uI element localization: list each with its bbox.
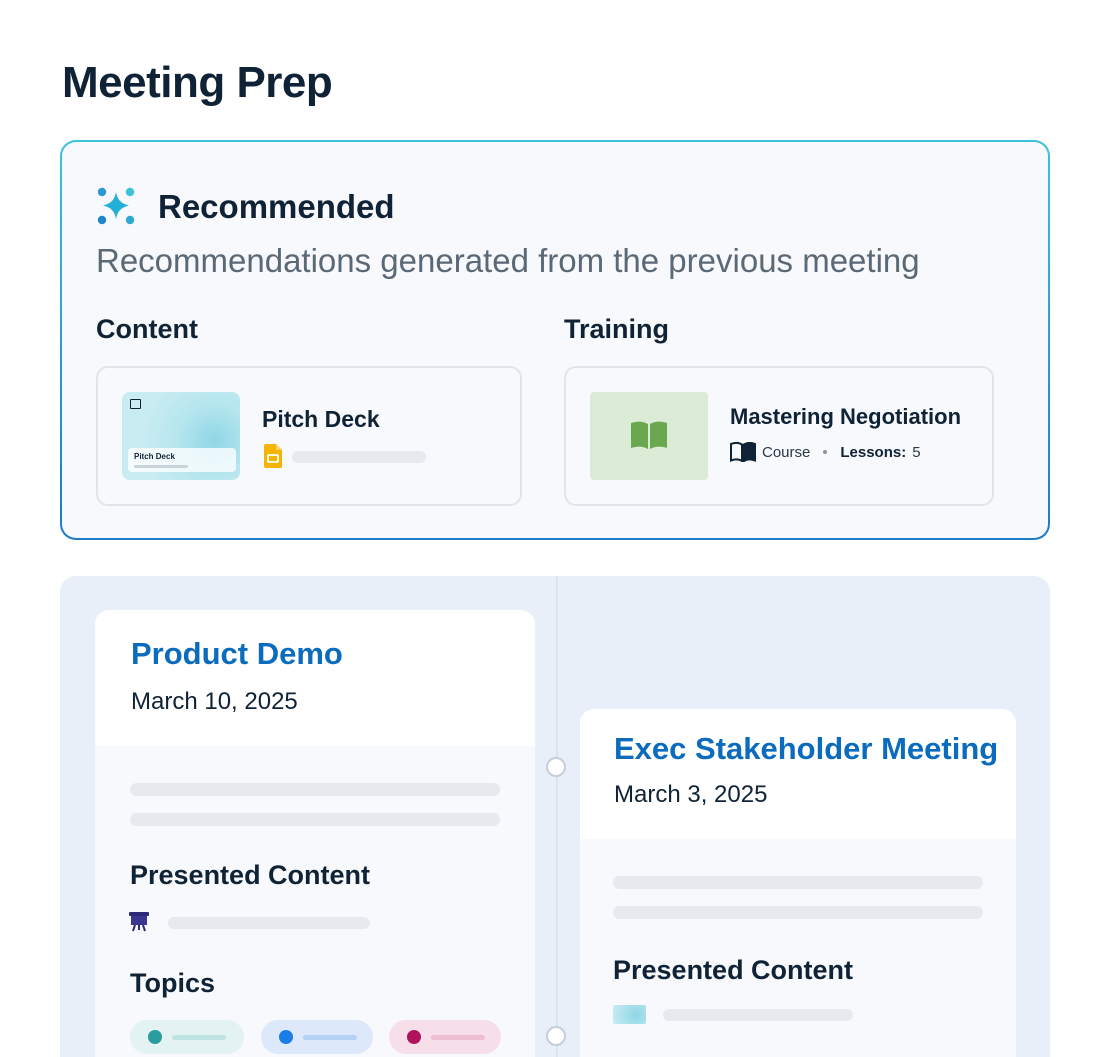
presented-content-placeholder — [663, 1009, 853, 1021]
summary-placeholder-line — [130, 783, 500, 796]
presentation-icon — [129, 912, 149, 932]
training-card-mastering-negotiation[interactable]: Mastering Negotiation Course Lessons: 5 — [564, 366, 994, 506]
thumbnail-caption: Pitch Deck — [134, 452, 175, 461]
lessons-count: 5 — [912, 443, 921, 461]
content-column-label: Content — [96, 314, 198, 344]
lessons-label: Lessons: — [840, 443, 907, 461]
timeline-node[interactable] — [546, 757, 566, 777]
training-item-meta: Course Lessons: 5 — [730, 442, 921, 462]
content-card-pitch-deck[interactable]: Pitch Deck Pitch Deck — [96, 366, 522, 506]
training-column-label: Training — [564, 314, 670, 344]
recommended-subtitle: Recommendations generated from the previ… — [96, 242, 920, 279]
training-item-title: Mastering Negotiation — [730, 404, 962, 429]
recommended-panel: Recommended Recommendations generated fr… — [60, 140, 1050, 540]
sparkle-icon — [97, 187, 135, 225]
recommended-title: Recommended — [158, 188, 395, 225]
meeting-title[interactable]: Exec Stakeholder Meeting — [614, 731, 998, 767]
content-item-meta-placeholder — [292, 451, 426, 463]
page-title: Meeting Prep — [62, 58, 333, 107]
timeline-node[interactable] — [546, 1026, 566, 1046]
google-slides-icon — [264, 444, 282, 468]
presented-content-placeholder — [168, 917, 370, 929]
summary-placeholder-line — [613, 876, 983, 889]
topic-pill[interactable] — [261, 1020, 373, 1054]
topics-label: Topics — [130, 968, 216, 998]
presented-content-label: Presented Content — [130, 860, 371, 890]
pitch-deck-thumbnail: Pitch Deck — [122, 392, 240, 480]
timeline-line — [556, 576, 558, 1057]
course-thumbnail — [590, 392, 708, 480]
summary-placeholder-line — [130, 813, 500, 826]
meeting-title[interactable]: Product Demo — [131, 636, 343, 672]
summary-placeholder-line — [613, 906, 983, 919]
slide-thumbnail-icon — [613, 1005, 646, 1024]
meeting-card-product-demo[interactable]: Product Demo March 10, 2025 Presented Co… — [95, 610, 535, 1057]
meeting-date: March 3, 2025 — [614, 781, 768, 808]
content-item-title: Pitch Deck — [262, 406, 380, 432]
topic-pill[interactable] — [389, 1020, 501, 1054]
meeting-timeline: Product Demo March 10, 2025 Presented Co… — [60, 576, 1050, 1057]
meeting-prep-page: Meeting Prep Recommended Recommendations… — [0, 0, 1110, 1057]
topic-pill[interactable] — [130, 1020, 244, 1054]
course-type: Course — [762, 443, 811, 461]
book-icon — [631, 421, 667, 449]
meeting-date: March 10, 2025 — [131, 688, 298, 715]
meeting-card-exec-stakeholder[interactable]: Exec Stakeholder Meeting March 3, 2025 P… — [580, 709, 1016, 1057]
presented-content-label: Presented Content — [613, 955, 854, 985]
book-icon — [730, 442, 756, 462]
presentation-icon — [130, 399, 141, 409]
